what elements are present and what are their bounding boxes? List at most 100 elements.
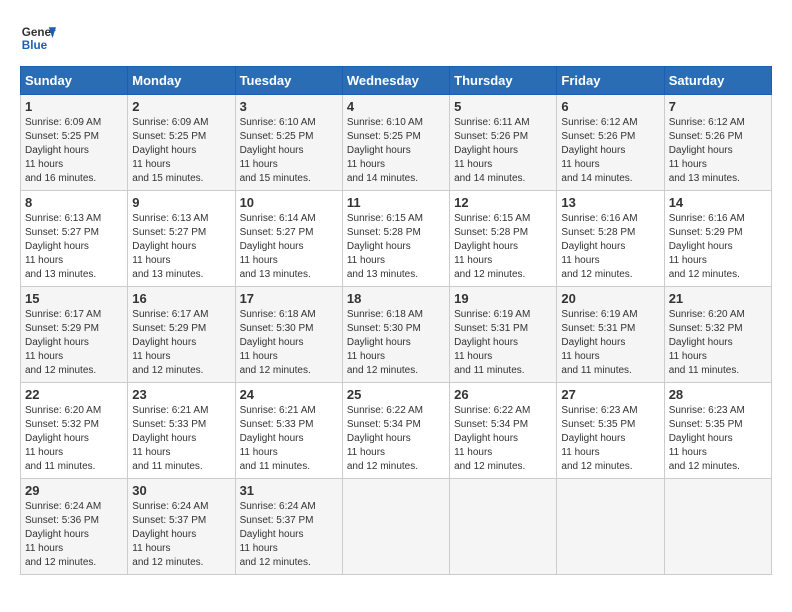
day-info: Sunrise: 6:20 AMSunset: 5:32 PMDaylight … — [25, 404, 123, 474]
day-info: Sunrise: 6:16 AMSunset: 5:29 PMDaylight … — [669, 212, 767, 282]
col-monday: Monday — [128, 67, 235, 95]
calendar-cell: 5 Sunrise: 6:11 AMSunset: 5:26 PMDaylight… — [450, 95, 557, 191]
logo-icon: General Blue — [20, 20, 56, 56]
calendar-cell: 20 Sunrise: 6:19 AMSunset: 5:31 PMDayligh… — [557, 287, 664, 383]
day-number: 23 — [132, 387, 230, 402]
day-number: 16 — [132, 291, 230, 306]
calendar-cell: 30Sunrise: 6:24 AMSunset: 5:37 PMDayligh… — [128, 479, 235, 575]
calendar-cell: 3 Sunrise: 6:10 AMSunset: 5:25 PMDaylight… — [235, 95, 342, 191]
calendar-cell: 16 Sunrise: 6:17 AMSunset: 5:29 PMDayligh… — [128, 287, 235, 383]
calendar-cell: 21Sunrise: 6:20 AMSunset: 5:32 PMDayligh… — [664, 287, 771, 383]
day-info: Sunrise: 6:13 AMSunset: 5:27 PMDaylight … — [132, 212, 230, 282]
day-info: Sunrise: 6:21 AMSunset: 5:33 PMDaylight … — [132, 404, 230, 474]
day-number: 7 — [669, 99, 767, 114]
day-info: Sunrise: 6:15 AMSunset: 5:28 PMDaylight … — [454, 212, 552, 282]
day-number: 12 — [454, 195, 552, 210]
day-info: Sunrise: 6:12 AMSunset: 5:26 PMDaylight … — [561, 116, 659, 186]
day-info: Sunrise: 6:16 AMSunset: 5:28 PMDaylight … — [561, 212, 659, 282]
day-number: 26 — [454, 387, 552, 402]
calendar-table: Sunday Monday Tuesday Wednesday Thursday… — [20, 66, 772, 575]
calendar-cell: 7 Sunrise: 6:12 AMSunset: 5:26 PMDaylight… — [664, 95, 771, 191]
day-info: Sunrise: 6:22 AMSunset: 5:34 PMDaylight … — [347, 404, 445, 474]
day-number: 15 — [25, 291, 123, 306]
calendar-cell: 13 Sunrise: 6:16 AMSunset: 5:28 PMDayligh… — [557, 191, 664, 287]
day-number: 10 — [240, 195, 338, 210]
calendar-cell: 15 Sunrise: 6:17 AMSunset: 5:29 PMDayligh… — [21, 287, 128, 383]
calendar-week-row: 1 Sunrise: 6:09 AMSunset: 5:25 PMDaylight… — [21, 95, 772, 191]
col-friday: Friday — [557, 67, 664, 95]
header-row: Sunday Monday Tuesday Wednesday Thursday… — [21, 67, 772, 95]
calendar-cell — [450, 479, 557, 575]
day-info: Sunrise: 6:19 AMSunset: 5:31 PMDaylight … — [454, 308, 552, 378]
col-saturday: Saturday — [664, 67, 771, 95]
day-number: 31 — [240, 483, 338, 498]
day-info: Sunrise: 6:10 AMSunset: 5:25 PMDaylight … — [347, 116, 445, 186]
svg-text:Blue: Blue — [22, 39, 48, 52]
day-info: Sunrise: 6:19 AMSunset: 5:31 PMDaylight … — [561, 308, 659, 378]
day-number: 13 — [561, 195, 659, 210]
day-number: 1 — [25, 99, 123, 114]
day-info: Sunrise: 6:18 AMSunset: 5:30 PMDaylight … — [240, 308, 338, 378]
day-number: 3 — [240, 99, 338, 114]
calendar-week-row: 29 Sunrise: 6:24 AMSunset: 5:36 PMDayligh… — [21, 479, 772, 575]
col-sunday: Sunday — [21, 67, 128, 95]
calendar-week-row: 8Sunrise: 6:13 AMSunset: 5:27 PMDaylight… — [21, 191, 772, 287]
calendar-cell: 28 Sunrise: 6:23 AMSunset: 5:35 PMDayligh… — [664, 383, 771, 479]
calendar-cell: 23 Sunrise: 6:21 AMSunset: 5:33 PMDayligh… — [128, 383, 235, 479]
day-number: 29 — [25, 483, 123, 498]
calendar-cell: 9Sunrise: 6:13 AMSunset: 5:27 PMDaylight… — [128, 191, 235, 287]
day-number: 2 — [132, 99, 230, 114]
calendar-cell: 12 Sunrise: 6:15 AMSunset: 5:28 PMDayligh… — [450, 191, 557, 287]
day-info: Sunrise: 6:12 AMSunset: 5:26 PMDaylight … — [669, 116, 767, 186]
day-info: Sunrise: 6:23 AMSunset: 5:35 PMDaylight … — [669, 404, 767, 474]
day-number: 5 — [454, 99, 552, 114]
calendar-cell: 2 Sunrise: 6:09 AMSunset: 5:25 PMDaylight… — [128, 95, 235, 191]
calendar-cell — [664, 479, 771, 575]
col-wednesday: Wednesday — [342, 67, 449, 95]
calendar-cell: 10 Sunrise: 6:14 AMSunset: 5:27 PMDayligh… — [235, 191, 342, 287]
day-number: 25 — [347, 387, 445, 402]
day-number: 11 — [347, 195, 445, 210]
day-info: Sunrise: 6:23 AMSunset: 5:35 PMDaylight … — [561, 404, 659, 474]
day-info: Sunrise: 6:22 AMSunset: 5:34 PMDaylight … — [454, 404, 552, 474]
calendar-cell: 29 Sunrise: 6:24 AMSunset: 5:36 PMDayligh… — [21, 479, 128, 575]
calendar-cell: 19Sunrise: 6:19 AMSunset: 5:31 PMDayligh… — [450, 287, 557, 383]
day-info: Sunrise: 6:14 AMSunset: 5:27 PMDaylight … — [240, 212, 338, 282]
day-number: 17 — [240, 291, 338, 306]
day-number: 18 — [347, 291, 445, 306]
day-number: 20 — [561, 291, 659, 306]
calendar-cell: 8Sunrise: 6:13 AMSunset: 5:27 PMDaylight… — [21, 191, 128, 287]
day-info: Sunrise: 6:09 AMSunset: 5:25 PMDaylight … — [132, 116, 230, 186]
calendar-cell: 31Sunrise: 6:24 AMSunset: 5:37 PMDayligh… — [235, 479, 342, 575]
day-info: Sunrise: 6:10 AMSunset: 5:25 PMDaylight … — [240, 116, 338, 186]
calendar-cell: 1 Sunrise: 6:09 AMSunset: 5:25 PMDaylight… — [21, 95, 128, 191]
calendar-cell: 25 Sunrise: 6:22 AMSunset: 5:34 PMDayligh… — [342, 383, 449, 479]
day-number: 27 — [561, 387, 659, 402]
calendar-cell: 4 Sunrise: 6:10 AMSunset: 5:25 PMDaylight… — [342, 95, 449, 191]
day-number: 14 — [669, 195, 767, 210]
calendar-week-row: 22 Sunrise: 6:20 AMSunset: 5:32 PMDayligh… — [21, 383, 772, 479]
day-info: Sunrise: 6:11 AMSunset: 5:26 PMDaylight … — [454, 116, 552, 186]
calendar-cell: 24Sunrise: 6:21 AMSunset: 5:33 PMDayligh… — [235, 383, 342, 479]
calendar-week-row: 15 Sunrise: 6:17 AMSunset: 5:29 PMDayligh… — [21, 287, 772, 383]
day-number: 6 — [561, 99, 659, 114]
day-info: Sunrise: 6:21 AMSunset: 5:33 PMDaylight … — [240, 404, 338, 474]
day-info: Sunrise: 6:15 AMSunset: 5:28 PMDaylight … — [347, 212, 445, 282]
day-info: Sunrise: 6:17 AMSunset: 5:29 PMDaylight … — [25, 308, 123, 378]
day-number: 28 — [669, 387, 767, 402]
day-number: 30 — [132, 483, 230, 498]
day-number: 22 — [25, 387, 123, 402]
calendar-cell — [557, 479, 664, 575]
day-info: Sunrise: 6:17 AMSunset: 5:29 PMDaylight … — [132, 308, 230, 378]
calendar-cell: 22 Sunrise: 6:20 AMSunset: 5:32 PMDayligh… — [21, 383, 128, 479]
calendar-cell: 17 Sunrise: 6:18 AMSunset: 5:30 PMDayligh… — [235, 287, 342, 383]
day-info: Sunrise: 6:20 AMSunset: 5:32 PMDaylight … — [669, 308, 767, 378]
logo: General Blue — [20, 20, 56, 56]
day-info: Sunrise: 6:18 AMSunset: 5:30 PMDaylight … — [347, 308, 445, 378]
day-number: 4 — [347, 99, 445, 114]
day-info: Sunrise: 6:24 AMSunset: 5:36 PMDaylight … — [25, 500, 123, 570]
day-info: Sunrise: 6:09 AMSunset: 5:25 PMDaylight … — [25, 116, 123, 186]
col-thursday: Thursday — [450, 67, 557, 95]
calendar-cell: 11 Sunrise: 6:15 AMSunset: 5:28 PMDayligh… — [342, 191, 449, 287]
calendar-cell: 14 Sunrise: 6:16 AMSunset: 5:29 PMDayligh… — [664, 191, 771, 287]
